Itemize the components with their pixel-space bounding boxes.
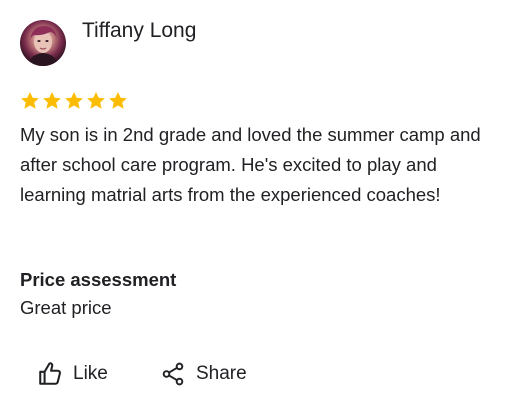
review-text: My son is in 2nd grade and loved the sum… [20,124,481,205]
share-button[interactable]: Share [160,356,247,392]
star-rating [19,90,129,112]
star-icon [43,92,61,109]
star-icon [65,92,83,109]
like-button[interactable]: Like [37,356,108,392]
share-icon [162,362,184,386]
price-assessment-value: Great price [20,297,112,318]
star-icon [21,92,39,109]
reviewer-name[interactable]: Tiffany Long [82,17,196,45]
thumbs-up-icon [39,362,61,385]
avatar[interactable] [20,20,66,66]
star-icon [87,92,105,109]
share-label: Share [196,363,247,384]
avatar-photo-icon [28,26,58,66]
price-assessment-heading: Price assessment [20,269,177,290]
review-card: Tiffany Long My son is in 2nd grade and … [0,0,530,406]
like-label: Like [73,363,108,384]
star-icon [109,92,127,109]
